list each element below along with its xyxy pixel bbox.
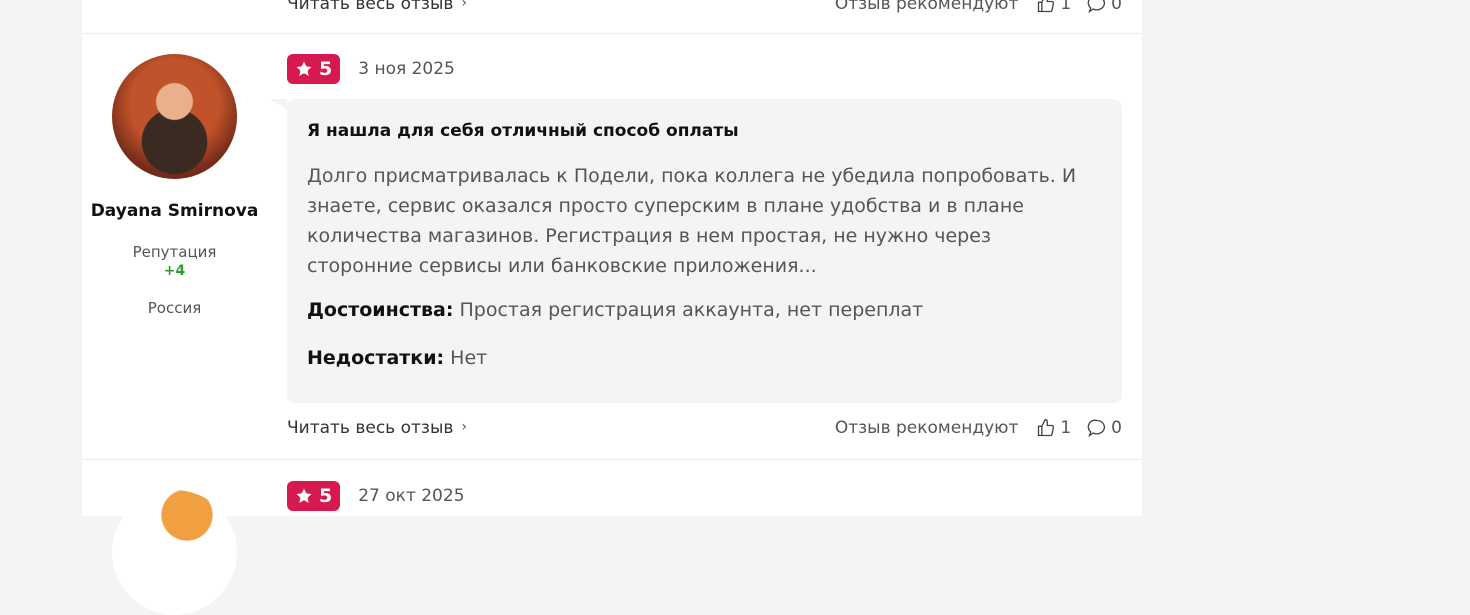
- review-stats: Отзыв рекомендуют 1 0: [835, 0, 1122, 14]
- read-full-review-link[interactable]: Читать весь отзыв ›: [287, 0, 467, 14]
- comment-count: 0: [1111, 0, 1122, 14]
- pros-text: Простая регистрация аккаунта, нет перепл…: [459, 299, 924, 321]
- like-button[interactable]: 1: [1036, 418, 1071, 438]
- review-text: Долго присматривалась к Подели, пока кол…: [307, 165, 1077, 277]
- star-icon: [296, 488, 312, 503]
- cons-label: Недостатки:: [307, 347, 445, 369]
- comment-icon: [1087, 0, 1106, 14]
- review-pros: Достоинства: Простая регистрация аккаунт…: [307, 295, 1102, 325]
- rating-badge: 5: [287, 54, 341, 84]
- read-full-review-link[interactable]: Читать весь отзыв ›: [287, 418, 467, 438]
- review-title[interactable]: Я нашла для себя отличный способ оплаты: [307, 121, 1102, 141]
- cons-text: Нет: [450, 347, 488, 369]
- thumbs-up-icon: [1038, 0, 1055, 13]
- comment-count: 0: [1111, 418, 1122, 438]
- next-review-meta: 5 27 окт 2025: [287, 481, 465, 511]
- reputation-label: Репутация: [132, 243, 217, 261]
- like-button[interactable]: 1: [1036, 0, 1071, 14]
- recommend-label: Отзыв рекомендуют: [834, 0, 1019, 14]
- read-full-review-label: Читать весь отзыв: [287, 0, 454, 14]
- divider: [82, 459, 1142, 460]
- reputation-value: +4: [163, 263, 186, 279]
- pros-label: Достоинства:: [307, 299, 454, 321]
- rating-value: 5: [319, 58, 333, 80]
- avatar[interactable]: [112, 490, 237, 615]
- comments-button[interactable]: 0: [1087, 0, 1122, 14]
- like-count: 1: [1060, 418, 1072, 438]
- review-cons: Недостатки: Нет: [307, 343, 1102, 373]
- avatar[interactable]: [112, 54, 237, 179]
- review-body: Я нашла для себя отличный способ оплаты …: [269, 99, 1122, 403]
- review-meta: 5 3 ноя 2025: [287, 54, 455, 84]
- review-author: Dayana Smirnova Репутация +4 Россия: [82, 54, 267, 317]
- comment-icon: [1087, 419, 1106, 438]
- rating-badge: 5: [287, 481, 341, 511]
- like-count: 1: [1060, 0, 1072, 14]
- review-date: 27 окт 2025: [358, 486, 465, 506]
- review-stats: Отзыв рекомендуют 1 0: [835, 418, 1122, 438]
- chevron-right-icon: ›: [461, 419, 467, 435]
- chevron-right-icon: ›: [461, 0, 467, 11]
- rating-value: 5: [319, 485, 333, 507]
- author-country: Россия: [147, 299, 202, 317]
- star-icon: [296, 61, 312, 76]
- review-footer: Читать весь отзыв › Отзыв рекомендуют 1 …: [287, 416, 1122, 440]
- comments-button[interactable]: 0: [1087, 418, 1122, 438]
- reviews-list: Читать весь отзыв › Отзыв рекомендуют 1 …: [82, 0, 1142, 615]
- divider: [82, 33, 1142, 34]
- prev-review-footer: Читать весь отзыв › Отзыв рекомендуют 1 …: [287, 0, 1122, 16]
- read-full-review-label: Читать весь отзыв: [287, 418, 454, 438]
- review-date: 3 ноя 2025: [358, 59, 455, 79]
- thumbs-up-icon: [1038, 418, 1055, 437]
- recommend-label: Отзыв рекомендуют: [834, 418, 1019, 438]
- author-name[interactable]: Dayana Smirnova: [82, 201, 267, 221]
